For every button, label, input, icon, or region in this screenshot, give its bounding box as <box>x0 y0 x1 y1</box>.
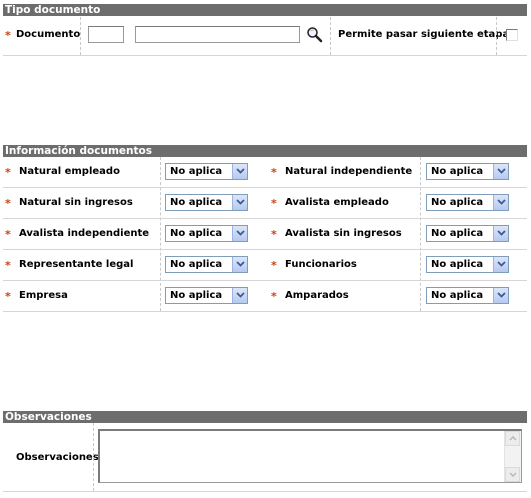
textarea-scrollbar[interactable] <box>504 431 521 482</box>
chevron-down-icon[interactable] <box>232 195 247 210</box>
chevron-down-icon[interactable] <box>493 195 508 210</box>
column-divider <box>93 423 94 491</box>
scroll-down-icon[interactable] <box>505 467 520 482</box>
natural-independiente-label: Natural independiente <box>285 166 413 177</box>
natural-sin-ingresos-label: Natural sin ingresos <box>19 197 133 208</box>
required-mark: * <box>271 166 277 179</box>
select-value: No aplica <box>431 197 484 208</box>
row-divider <box>3 187 527 188</box>
select-value: No aplica <box>170 259 223 270</box>
chevron-down-icon[interactable] <box>232 288 247 303</box>
select-value: No aplica <box>170 290 223 301</box>
required-mark: * <box>5 166 11 179</box>
chevron-down-icon[interactable] <box>232 257 247 272</box>
avalista-empleado-select[interactable]: No aplica <box>426 194 509 211</box>
select-value: No aplica <box>431 228 484 239</box>
column-divider <box>496 17 497 55</box>
avalista-independiente-select[interactable]: No aplica <box>165 225 248 242</box>
required-mark: * <box>5 228 11 241</box>
funcionarios-label: Funcionarios <box>285 259 357 270</box>
select-value: No aplica <box>170 197 223 208</box>
column-divider <box>330 17 331 55</box>
empresa-select[interactable]: No aplica <box>165 287 248 304</box>
natural-empleado-select[interactable]: No aplica <box>165 163 248 180</box>
select-value: No aplica <box>431 259 484 270</box>
required-mark: * <box>5 197 11 210</box>
empresa-label: Empresa <box>19 290 68 301</box>
chevron-down-icon[interactable] <box>232 226 247 241</box>
required-mark: * <box>271 259 277 272</box>
row-divider <box>3 249 527 250</box>
column-divider <box>160 157 161 311</box>
chevron-down-icon[interactable] <box>232 164 247 179</box>
funcionarios-select[interactable]: No aplica <box>426 256 509 273</box>
section-header-informacion-documentos: Información documentos <box>3 145 527 157</box>
required-mark: * <box>271 228 277 241</box>
avalista-sin-ingresos-label: Avalista sin ingresos <box>285 228 402 239</box>
required-mark: * <box>271 290 277 303</box>
column-divider <box>420 157 421 311</box>
select-value: No aplica <box>431 166 484 177</box>
select-value: No aplica <box>170 228 223 239</box>
row-divider <box>3 55 527 56</box>
scroll-up-icon[interactable] <box>505 431 520 446</box>
select-value: No aplica <box>431 290 484 301</box>
representante-legal-select[interactable]: No aplica <box>165 256 248 273</box>
permite-label: Permite pasar siguiente etapa <box>338 29 510 40</box>
observaciones-label: Observaciones <box>16 452 99 463</box>
required-mark: * <box>5 259 11 272</box>
representante-legal-label: Representante legal <box>19 259 134 270</box>
natural-independiente-select[interactable]: No aplica <box>426 163 509 180</box>
form-page: Tipo documento * Documento Permite pasar… <box>0 0 531 498</box>
observaciones-textarea[interactable] <box>98 429 522 483</box>
select-value: No aplica <box>170 166 223 177</box>
chevron-down-icon[interactable] <box>493 288 508 303</box>
chevron-down-icon[interactable] <box>493 164 508 179</box>
magnifier-icon[interactable] <box>306 26 323 43</box>
amparados-select[interactable]: No aplica <box>426 287 509 304</box>
avalista-sin-ingresos-select[interactable]: No aplica <box>426 225 509 242</box>
required-mark: * <box>271 197 277 210</box>
row-divider <box>3 311 527 312</box>
natural-empleado-label: Natural empleado <box>19 166 120 177</box>
natural-sin-ingresos-select[interactable]: No aplica <box>165 194 248 211</box>
row-divider <box>3 491 527 492</box>
amparados-label: Amparados <box>285 290 349 301</box>
documento-label: Documento <box>16 29 81 40</box>
required-mark: * <box>5 29 11 42</box>
section-header-tipo-documento: Tipo documento <box>3 4 527 16</box>
permite-checkbox[interactable] <box>506 29 518 41</box>
column-divider <box>80 17 81 55</box>
documento-name-input[interactable] <box>135 26 300 43</box>
documento-code-input[interactable] <box>88 26 124 43</box>
chevron-down-icon[interactable] <box>493 226 508 241</box>
chevron-down-icon[interactable] <box>493 257 508 272</box>
required-mark: * <box>5 290 11 303</box>
row-divider <box>3 218 527 219</box>
section-header-observaciones: Observaciones <box>3 411 527 423</box>
row-divider <box>3 280 527 281</box>
avalista-independiente-label: Avalista independiente <box>19 228 150 239</box>
avalista-empleado-label: Avalista empleado <box>285 197 389 208</box>
